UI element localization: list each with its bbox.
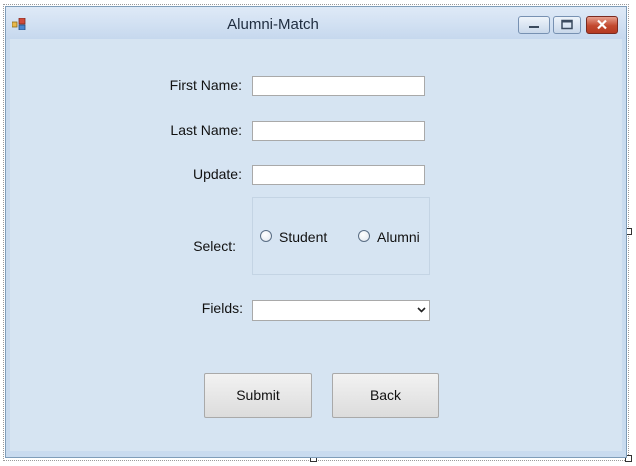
- fields-dropdown[interactable]: [252, 300, 430, 321]
- alumni-radio[interactable]: [358, 230, 370, 242]
- student-radio[interactable]: [260, 230, 272, 242]
- minimize-button[interactable]: [518, 16, 550, 34]
- minimize-icon: [529, 26, 539, 28]
- back-button[interactable]: Back: [332, 373, 439, 418]
- first-name-field[interactable]: [252, 76, 425, 96]
- alumni-radio-label[interactable]: Alumni: [377, 229, 420, 245]
- maximize-icon: [561, 19, 573, 30]
- close-icon: [597, 19, 607, 30]
- select-label: Select:: [193, 238, 236, 254]
- student-radio-label[interactable]: Student: [279, 229, 327, 245]
- submit-button[interactable]: Submit: [204, 373, 312, 418]
- last-name-field[interactable]: [252, 121, 425, 141]
- fields-label: Fields:: [201, 300, 243, 316]
- title-bar: Alumni-Match: [6, 7, 626, 39]
- update-label: Update:: [192, 166, 242, 182]
- main-window: Alumni-Match First Name: Last Name: Upda…: [5, 6, 627, 458]
- maximize-button[interactable]: [553, 16, 581, 34]
- update-field[interactable]: [252, 165, 425, 185]
- last-name-label: Last Name:: [170, 122, 242, 138]
- role-group-box: Student Alumni: [252, 197, 430, 275]
- window-title: Alumni-Match: [227, 16, 319, 33]
- form-client-area: First Name: Last Name: Update: Select: S…: [10, 39, 622, 451]
- chevron-down-icon: [417, 307, 426, 313]
- close-button[interactable]: [586, 16, 618, 34]
- first-name-label: First Name:: [169, 77, 242, 93]
